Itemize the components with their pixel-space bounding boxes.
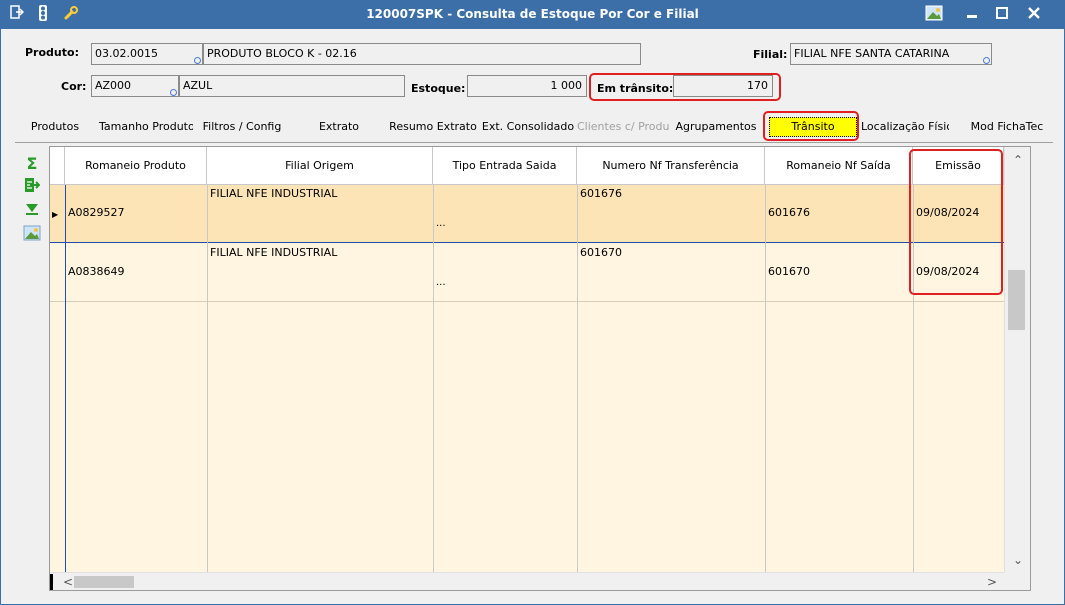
column-header[interactable]: Filial Origem <box>207 147 433 185</box>
cell-romaneio-nf[interactable]: 601676 <box>765 185 913 243</box>
transito-grid[interactable]: Romaneio Produto Filial Origem Tipo Entr… <box>49 146 1031 591</box>
tab-extrato[interactable]: Extrato <box>299 115 379 139</box>
maximize-button[interactable] <box>989 5 1015 25</box>
column-header[interactable]: Romaneio Produto <box>65 147 207 185</box>
cell-numero-nf[interactable]: 601670 <box>577 244 765 302</box>
vertical-scrollbar[interactable]: ⌃ ⌄ <box>1004 147 1030 574</box>
lookup-icon[interactable] <box>983 57 990 64</box>
tab-bar: Produtos Tamanho Produto Filtros / Confi… <box>15 115 1053 141</box>
estoque-field: 1 000 <box>467 75 587 97</box>
tab-mod-fichatec[interactable]: Mod FichaTec <box>961 115 1053 139</box>
side-toolbar: Σ <box>21 153 45 249</box>
produto-label: Produto: <box>25 46 79 59</box>
produto-code-value: 03.02.0015 <box>95 47 158 60</box>
close-button[interactable] <box>1021 5 1047 25</box>
sum-icon[interactable]: Σ <box>21 153 43 175</box>
produto-desc-field: PRODUTO BLOCO K - 02.16 <box>203 43 641 65</box>
column-divider <box>765 185 766 590</box>
transito-highlight <box>589 73 781 101</box>
grid-header: Romaneio Produto Filial Origem Tipo Entr… <box>50 147 1004 185</box>
chevron-right-icon[interactable]: > <box>982 573 1002 590</box>
row-pointer-icon: ▶ <box>52 210 59 219</box>
minimize-button[interactable] <box>959 5 985 25</box>
cell-tipo[interactable]: ... <box>433 244 577 302</box>
grid-left-marker <box>50 574 53 590</box>
tab-ext-consolidado[interactable]: Ext. Consolidado <box>481 115 575 139</box>
export-icon[interactable] <box>21 177 43 199</box>
tab-agrupamentos[interactable]: Agrupamentos <box>671 115 761 139</box>
vertical-scroll-thumb[interactable] <box>1008 270 1025 330</box>
column-header[interactable]: Numero Nf Transferência <box>577 147 765 185</box>
row-indicator-header <box>50 147 65 185</box>
window-title: 120007SPK - Consulta de Estoque Por Cor … <box>366 7 699 21</box>
chevron-up-icon[interactable]: ⌃ <box>1008 151 1028 169</box>
emissao-highlight <box>909 149 1003 295</box>
table-row[interactable]: A0838649 FILIAL NFE INDUSTRIAL ... 60167… <box>50 244 1004 302</box>
column-divider <box>577 185 578 590</box>
table-row[interactable]: ▶ A0829527 FILIAL NFE INDUSTRIAL ... 601… <box>50 185 1004 243</box>
cell-romaneio[interactable]: A0829527 <box>65 185 207 243</box>
cor-code-value: AZ000 <box>95 79 132 92</box>
tab-tamanho-produto[interactable]: Tamanho Produto <box>99 115 193 139</box>
cell-tipo[interactable]: ... <box>433 185 577 243</box>
filial-value: FILIAL NFE SANTA CATARINA <box>794 47 950 60</box>
estoque-value: 1 000 <box>550 79 583 92</box>
tab-filtros-config[interactable]: Filtros / Config <box>195 115 289 139</box>
app-window: 120007SPK - Consulta de Estoque Por Cor … <box>0 0 1065 605</box>
image-icon[interactable] <box>21 225 43 247</box>
lookup-icon[interactable] <box>194 57 201 64</box>
tab-transito-highlight <box>763 111 859 141</box>
cell-numero-nf[interactable]: 601676 <box>577 185 765 243</box>
image-icon[interactable] <box>921 5 947 25</box>
column-header[interactable]: Romaneio Nf Saída <box>765 147 913 185</box>
cell-romaneio-nf[interactable]: 601670 <box>765 244 913 302</box>
cell-romaneio[interactable]: A0838649 <box>65 244 207 302</box>
column-divider <box>65 185 66 590</box>
cor-desc-field: AZUL <box>179 75 405 97</box>
column-divider <box>433 185 434 590</box>
cor-code-field[interactable]: AZ000 <box>91 75 179 97</box>
produto-desc-value: PRODUTO BLOCO K - 02.16 <box>207 47 357 60</box>
tab-localizacao-fisica[interactable]: Localização Física <box>861 115 949 139</box>
tab-clientes-produto[interactable]: Clientes c/ Produto <box>577 115 669 139</box>
cor-label: Cor: <box>61 80 87 93</box>
scroll-corner <box>1004 572 1030 590</box>
cor-desc-value: AZUL <box>183 79 213 92</box>
horizontal-scroll-thumb[interactable] <box>74 576 134 588</box>
tab-divider <box>15 142 1053 143</box>
cell-filial-origem[interactable]: FILIAL NFE INDUSTRIAL <box>207 244 433 302</box>
filial-label: Filial: <box>753 48 788 61</box>
title-bar: 120007SPK - Consulta de Estoque Por Cor … <box>1 1 1064 29</box>
cell-filial-origem[interactable]: FILIAL NFE INDUSTRIAL <box>207 185 433 243</box>
chevron-down-icon[interactable]: ⌄ <box>1008 551 1028 569</box>
column-header[interactable]: Tipo Entrada Saida <box>433 147 577 185</box>
tab-produtos[interactable]: Produtos <box>23 115 87 139</box>
expand-down-icon[interactable] <box>21 201 43 223</box>
produto-code-field[interactable]: 03.02.0015 <box>91 43 203 65</box>
estoque-label: Estoque: <box>411 82 466 95</box>
filial-field[interactable]: FILIAL NFE SANTA CATARINA <box>790 43 992 65</box>
tab-resumo-extrato[interactable]: Resumo Extrato <box>385 115 481 139</box>
lookup-icon[interactable] <box>170 89 177 96</box>
column-divider <box>207 185 208 590</box>
horizontal-scrollbar[interactable]: < > <box>50 572 1004 590</box>
